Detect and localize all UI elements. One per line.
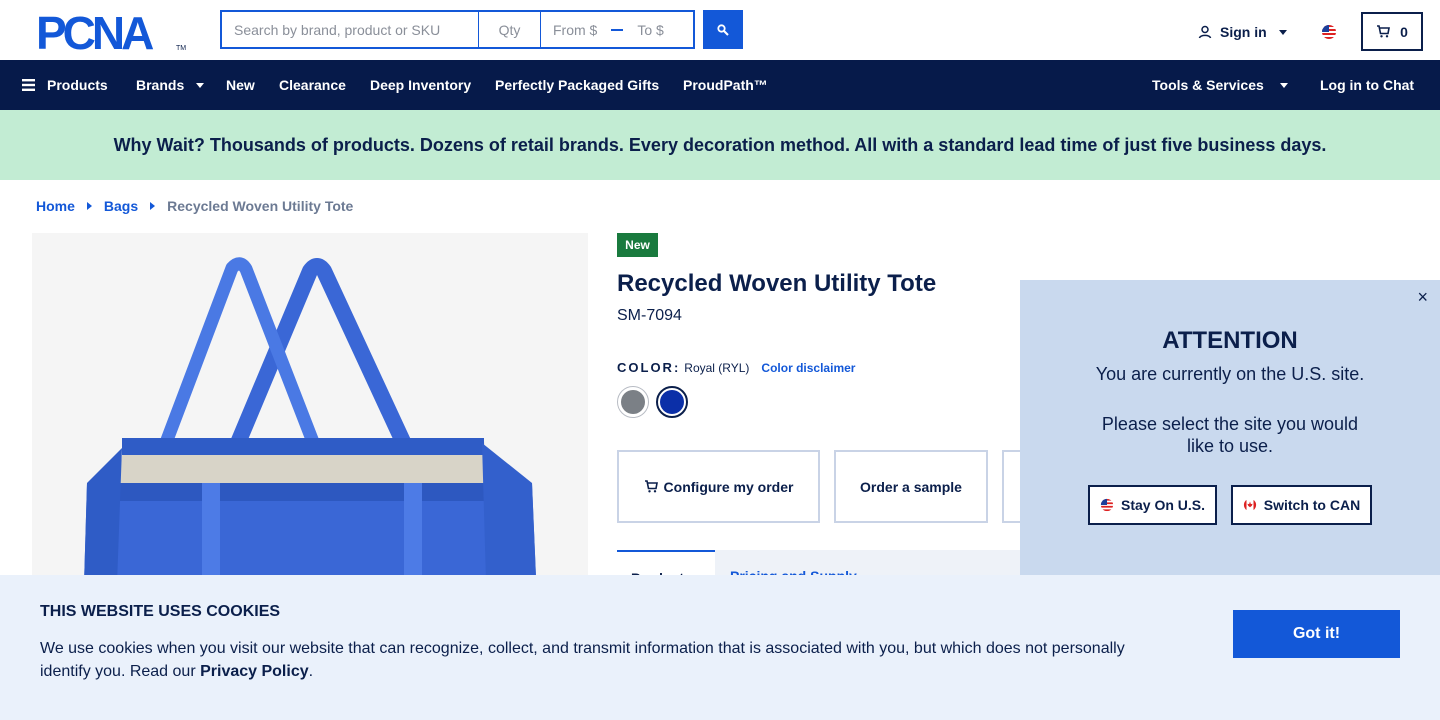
color-selection-label: COLOR: Royal (RYL) Color disclaimer bbox=[617, 360, 855, 375]
us-flag-icon[interactable] bbox=[1321, 24, 1337, 40]
product-sku: SM-7094 bbox=[617, 307, 682, 324]
nav-login-chat[interactable]: Log in to Chat bbox=[1320, 60, 1414, 110]
nav-login-chat-label: Log in to Chat bbox=[1320, 77, 1415, 93]
new-badge: New bbox=[617, 233, 658, 257]
switch-to-can-label: Switch to CAN bbox=[1263, 497, 1361, 513]
modal-title: ATTENTION bbox=[1162, 327, 1298, 354]
nav-brands[interactable]: Brands bbox=[136, 60, 205, 110]
modal-current-site-text: You are currently on the U.S. site. bbox=[1095, 364, 1365, 384]
chevron-down-icon bbox=[196, 82, 205, 88]
cookie-banner: THIS WEBSITE USES COOKIES We use cookies… bbox=[0, 575, 1440, 720]
got-it-button[interactable]: Got it! bbox=[1233, 610, 1400, 658]
price-range: From $ To $ bbox=[541, 12, 693, 47]
nav-brands-label: Brands bbox=[136, 77, 185, 93]
color-value: Royal (RYL) bbox=[684, 361, 750, 375]
nav-new-label: New bbox=[226, 77, 255, 93]
nav-new[interactable]: New bbox=[226, 60, 255, 110]
privacy-policy-link[interactable]: Privacy Policy bbox=[200, 663, 309, 680]
nav-products[interactable]: Products bbox=[22, 60, 108, 110]
cart-icon bbox=[644, 480, 658, 493]
nav-clearance-label: Clearance bbox=[279, 77, 346, 93]
price-from-input[interactable]: From $ bbox=[553, 22, 597, 38]
swatch-royal[interactable] bbox=[656, 386, 688, 418]
svg-text:TM: TM bbox=[176, 45, 186, 52]
us-flag-icon bbox=[1100, 498, 1114, 512]
search-icon bbox=[717, 23, 729, 36]
chevron-right-icon bbox=[86, 202, 92, 210]
stay-on-us-label: Stay On U.S. bbox=[1120, 497, 1206, 513]
nav-products-label: Products bbox=[47, 77, 108, 93]
promo-text: Why Wait? Thousands of products. Dozens … bbox=[113, 134, 1327, 155]
canada-flag-icon bbox=[1243, 498, 1256, 512]
breadcrumb-current: Recycled Woven Utility Tote bbox=[167, 198, 354, 214]
menu-icon bbox=[22, 79, 35, 91]
cookie-text: We use cookies when you visit our websit… bbox=[40, 637, 1150, 683]
stay-on-us-button[interactable]: Stay On U.S. bbox=[1088, 485, 1217, 525]
chevron-down-icon bbox=[1279, 82, 1288, 88]
color-label: COLOR: bbox=[617, 360, 681, 375]
configure-order-label: Configure my order bbox=[663, 478, 794, 495]
search-input[interactable]: Search by brand, product or SKU bbox=[222, 12, 479, 47]
nav-tools-services[interactable]: Tools & Services bbox=[1152, 60, 1288, 110]
color-disclaimer-link[interactable]: Color disclaimer bbox=[761, 361, 855, 375]
order-sample-label: Order a sample bbox=[860, 478, 962, 495]
search-button[interactable] bbox=[703, 10, 743, 49]
site-header: PCNA TM Search by brand, product or SKU … bbox=[0, 0, 1440, 60]
cart-button[interactable]: 0 bbox=[1361, 12, 1423, 51]
cookie-title: THIS WEBSITE USES COOKIES bbox=[40, 603, 281, 620]
chevron-down-icon bbox=[1278, 29, 1287, 35]
swatch-gray-fill bbox=[621, 390, 645, 414]
qty-input[interactable]: Qty bbox=[479, 12, 541, 47]
nav-tools-label: Tools & Services bbox=[1152, 77, 1264, 93]
chevron-right-icon bbox=[150, 202, 156, 210]
price-to-input[interactable]: To $ bbox=[637, 22, 663, 38]
sign-in-menu[interactable]: Sign in bbox=[1198, 22, 1287, 42]
svg-text:PCNA: PCNA bbox=[36, 12, 153, 52]
user-icon bbox=[1198, 25, 1212, 39]
promo-banner: Why Wait? Thousands of products. Dozens … bbox=[0, 110, 1440, 180]
swatch-gray[interactable] bbox=[617, 386, 649, 418]
breadcrumb-bags[interactable]: Bags bbox=[104, 198, 138, 214]
tab-product[interactable]: Product bbox=[617, 550, 715, 576]
main-navigation: Products Brands New Clearance Deep Inven… bbox=[0, 60, 1440, 110]
nav-deep-inventory[interactable]: Deep Inventory bbox=[370, 60, 471, 110]
nav-clearance[interactable]: Clearance bbox=[279, 60, 346, 110]
nav-perfectly-packaged-label: Perfectly Packaged Gifts bbox=[495, 77, 660, 93]
nav-proudpath-label: ProudPath™ bbox=[683, 77, 768, 93]
breadcrumb: Home Bags Recycled Woven Utility Tote bbox=[36, 198, 353, 214]
swatch-royal-fill bbox=[660, 390, 684, 414]
pcna-logo[interactable]: PCNA TM bbox=[36, 7, 186, 59]
breadcrumb-home[interactable]: Home bbox=[36, 198, 75, 214]
order-sample-button[interactable]: Order a sample bbox=[834, 450, 988, 523]
switch-to-can-button[interactable]: Switch to CAN bbox=[1231, 485, 1372, 525]
search-bar: Search by brand, product or SKU Qty From… bbox=[220, 10, 695, 49]
nav-perfectly-packaged-gifts[interactable]: Perfectly Packaged Gifts bbox=[495, 60, 659, 110]
close-icon[interactable]: × bbox=[1417, 288, 1428, 306]
configure-order-button[interactable]: Configure my order bbox=[617, 450, 820, 523]
nav-proudpath[interactable]: ProudPath™ bbox=[683, 60, 768, 110]
cart-icon bbox=[1377, 25, 1391, 38]
modal-select-site-text: Please select the site you would like to… bbox=[1101, 414, 1359, 456]
nav-deep-inventory-label: Deep Inventory bbox=[370, 77, 472, 93]
cart-count: 0 bbox=[1400, 23, 1408, 40]
cookie-period: . bbox=[308, 663, 314, 680]
price-range-dash bbox=[611, 28, 624, 31]
site-selection-modal: × ATTENTION You are currently on the U.S… bbox=[1020, 280, 1440, 575]
sign-in-label: Sign in bbox=[1220, 24, 1267, 40]
product-tabs: Product Pricing and Supply bbox=[617, 550, 1020, 576]
product-title: Recycled Woven Utility Tote bbox=[617, 270, 937, 297]
